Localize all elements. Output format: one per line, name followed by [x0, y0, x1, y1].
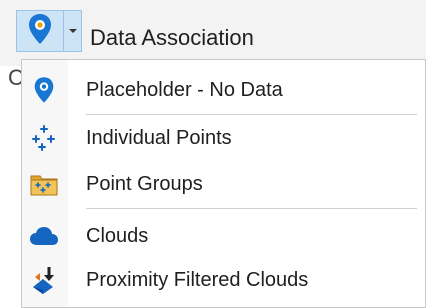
proximity-filter-icon — [26, 262, 62, 298]
screen: Data Association C Placeholder - No Data — [0, 0, 426, 308]
cloud-icon — [26, 218, 62, 254]
scattered-points-icon — [26, 120, 62, 156]
menu-separator — [86, 114, 417, 115]
menu-item-label: Individual Points — [86, 127, 232, 149]
menu-item-label: Point Groups — [86, 173, 203, 195]
menu-separator — [86, 208, 417, 209]
menu-item-clouds[interactable]: Clouds — [22, 214, 425, 258]
map-pin-icon — [26, 72, 62, 108]
menu-item-label: Proximity Filtered Clouds — [86, 269, 309, 291]
chevron-down-icon — [68, 22, 78, 40]
map-pin-icon — [27, 13, 53, 50]
data-association-main-button[interactable] — [16, 10, 64, 52]
data-association-dropdown-menu: Placeholder - No Data Individual Points — [21, 59, 426, 308]
menu-item-individual-points[interactable]: Individual Points — [22, 116, 425, 160]
menu-item-proximity-filtered-clouds[interactable]: Proximity Filtered Clouds — [22, 258, 425, 302]
point-groups-icon — [26, 166, 62, 202]
data-association-dropdown-arrow[interactable] — [64, 10, 82, 52]
menu-item-point-groups[interactable]: Point Groups — [22, 162, 425, 206]
data-association-split-button[interactable] — [16, 10, 82, 52]
menu-item-label: Placeholder - No Data — [86, 79, 283, 101]
menu-item-placeholder-no-data[interactable]: Placeholder - No Data — [22, 68, 425, 112]
menu-item-label: Clouds — [86, 225, 149, 247]
data-association-label[interactable]: Data Association — [90, 24, 254, 52]
ribbon-toolbar: Data Association — [0, 0, 426, 66]
